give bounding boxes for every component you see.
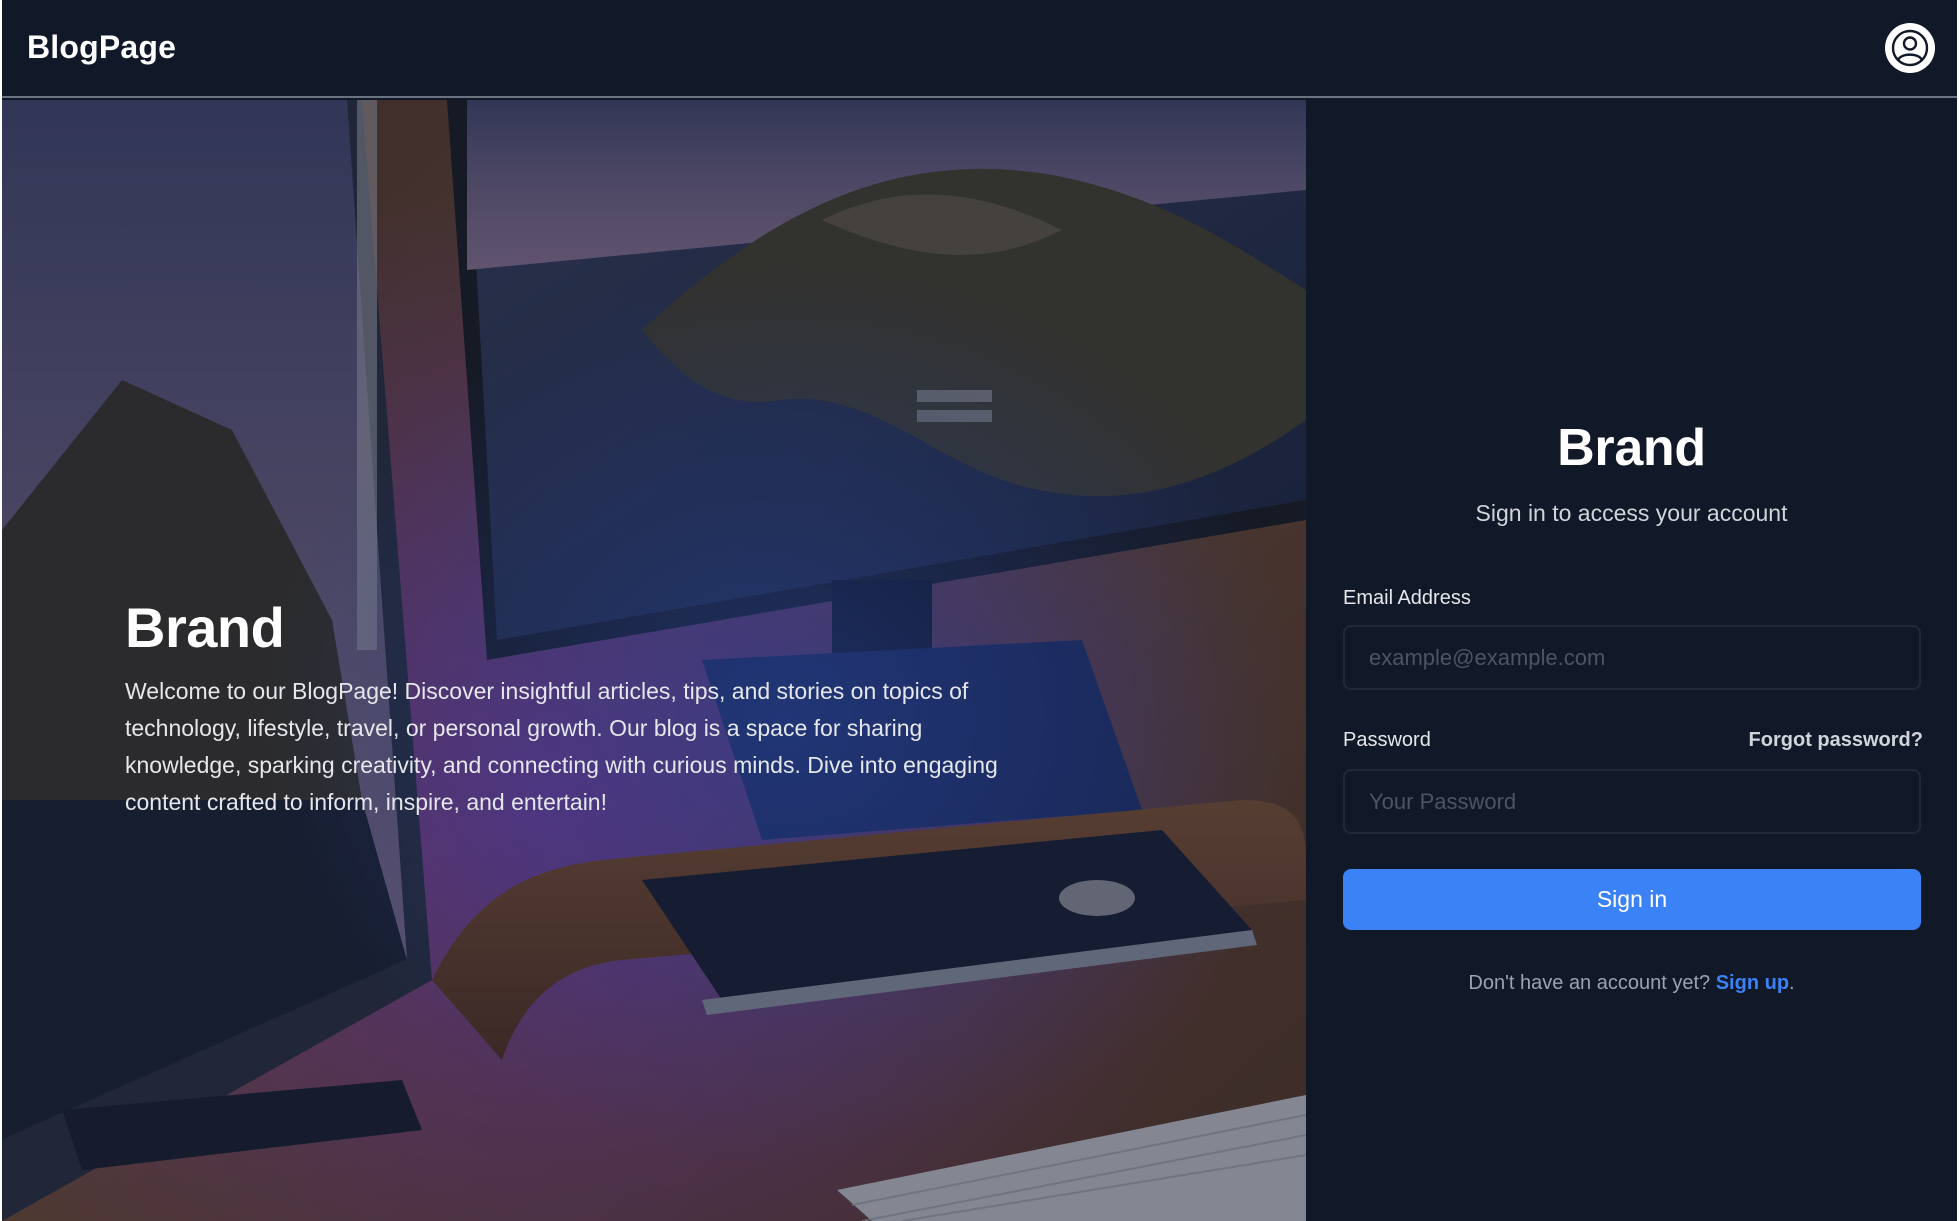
site-brand-link[interactable]: BlogPage [27, 29, 176, 66]
signup-prompt-text: Don't have an account yet? [1468, 972, 1716, 994]
hero-section: Brand Welcome to our BlogPage! Discover … [2, 100, 1306, 1221]
signin-subtitle: Sign in to access your account [1475, 500, 1788, 526]
email-label: Email Address [1343, 587, 1471, 609]
hero-description: Welcome to our BlogPage! Discover insigh… [125, 678, 998, 815]
sign-up-link[interactable]: Sign up [1716, 972, 1789, 994]
user-avatar-button[interactable] [1885, 23, 1935, 73]
password-label: Password [1343, 729, 1431, 751]
email-input[interactable] [1343, 625, 1921, 690]
signin-panel: Brand Sign in to access your account Ema… [1306, 100, 1957, 1221]
signin-title: Brand [1557, 419, 1706, 477]
signup-prompt: Don't have an account yet? Sign up. [1306, 972, 1957, 995]
top-navbar: BlogPage [2, 0, 1957, 98]
sign-in-button[interactable]: Sign in [1343, 869, 1921, 930]
hero-title: Brand [125, 596, 285, 659]
password-input[interactable] [1343, 769, 1921, 834]
app-frame: BlogPage Brand Welcome to our BlogPage! … [2, 0, 1957, 1221]
user-circle-icon [1891, 29, 1929, 67]
hero-dark-overlay [2, 100, 1306, 1221]
signup-prompt-suffix: . [1789, 972, 1795, 994]
forgot-password-link[interactable]: Forgot password? [1749, 729, 1923, 752]
